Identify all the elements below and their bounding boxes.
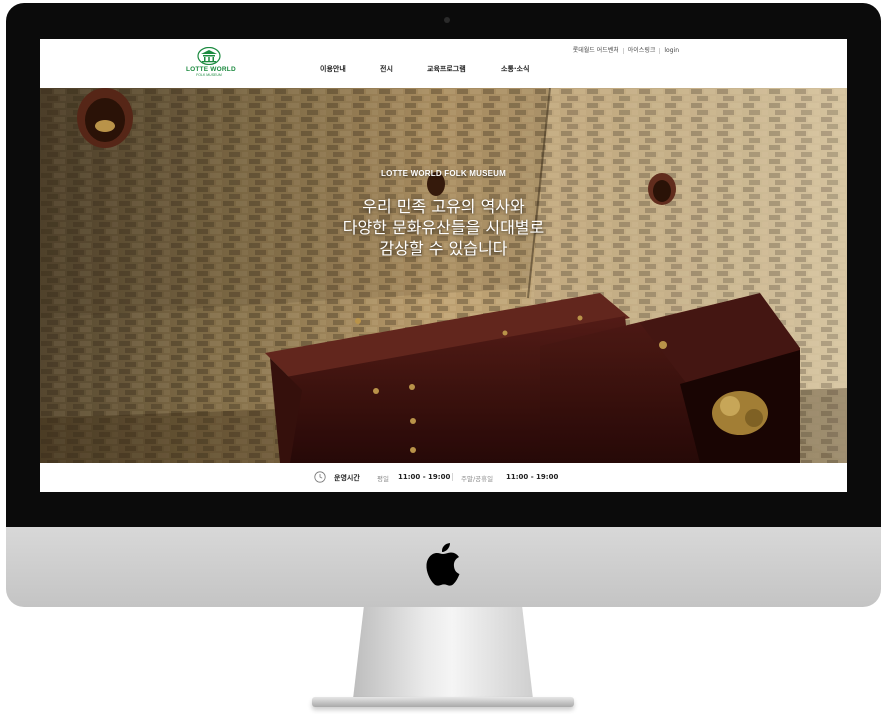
nav-item-info[interactable]: 이용안내 — [320, 64, 346, 74]
hours-label: 운영시간 — [334, 474, 360, 482]
apple-logo-icon — [426, 543, 460, 586]
logo-subtitle: FOLK MUSEUM — [196, 73, 222, 77]
monitor-chin — [6, 527, 881, 607]
site-header: LOTTE WORLD FOLK MUSEUM 롯데월드 어드벤처 아이스링크 lo… — [40, 39, 847, 88]
clock-icon — [314, 471, 326, 483]
hero-title-line: 다양한 문화유산들을 시대별로 — [342, 218, 545, 237]
hero-title-line: 우리 민족 고유의 역사와 — [362, 197, 525, 216]
museum-emblem-icon — [197, 47, 221, 65]
hero-photo — [40, 88, 847, 463]
weekend-label: 주말/공휴일 — [461, 475, 494, 483]
operating-hours-bar: 운영시간 평일 11:00 - 19:00 주말/공휴일 11:00 - 19:… — [40, 463, 847, 492]
weekend-time: 11:00 - 19:00 — [506, 473, 559, 481]
webcam — [444, 17, 450, 23]
hero-title-line: 감상할 수 있습니다 — [379, 239, 508, 258]
divider — [452, 473, 453, 481]
utility-link-icerink[interactable]: 아이스링크 — [628, 45, 656, 54]
divider — [622, 47, 624, 54]
nav-item-community[interactable]: 소통·소식 — [501, 64, 529, 74]
nav-item-exhibition[interactable]: 전시 — [380, 64, 393, 74]
nav-item-education[interactable]: 교육프로그램 — [427, 64, 466, 74]
browser-screen: LOTTE WORLD FOLK MUSEUM 롯데월드 어드벤처 아이스링크 lo… — [40, 39, 847, 492]
utility-link-adventure[interactable]: 롯데월드 어드벤처 — [573, 45, 619, 54]
monitor-stand-foot — [312, 697, 574, 707]
hero-kicker: LOTTE WORLD FOLK MUSEUM — [380, 169, 507, 178]
hero-title: 우리 민족 고유의 역사와 다양한 문화유산들을 시대별로 감상할 수 있습니다 — [40, 196, 847, 259]
divider — [659, 47, 661, 54]
site-logo[interactable]: LOTTE WORLD FOLK MUSEUM — [186, 47, 236, 81]
weekday-label: 평일 — [377, 475, 389, 483]
utility-nav: 롯데월드 어드벤처 아이스링크 login — [573, 45, 679, 54]
utility-link-login[interactable]: login — [664, 47, 679, 54]
monitor-stand-neck — [353, 607, 533, 699]
weekday-time: 11:00 - 19:00 — [398, 473, 451, 481]
logo-wordmark: LOTTE WORLD — [186, 66, 236, 73]
hero-banner: LOTTE WORLD FOLK MUSEUM 우리 민족 고유의 역사와 다양… — [40, 88, 847, 463]
